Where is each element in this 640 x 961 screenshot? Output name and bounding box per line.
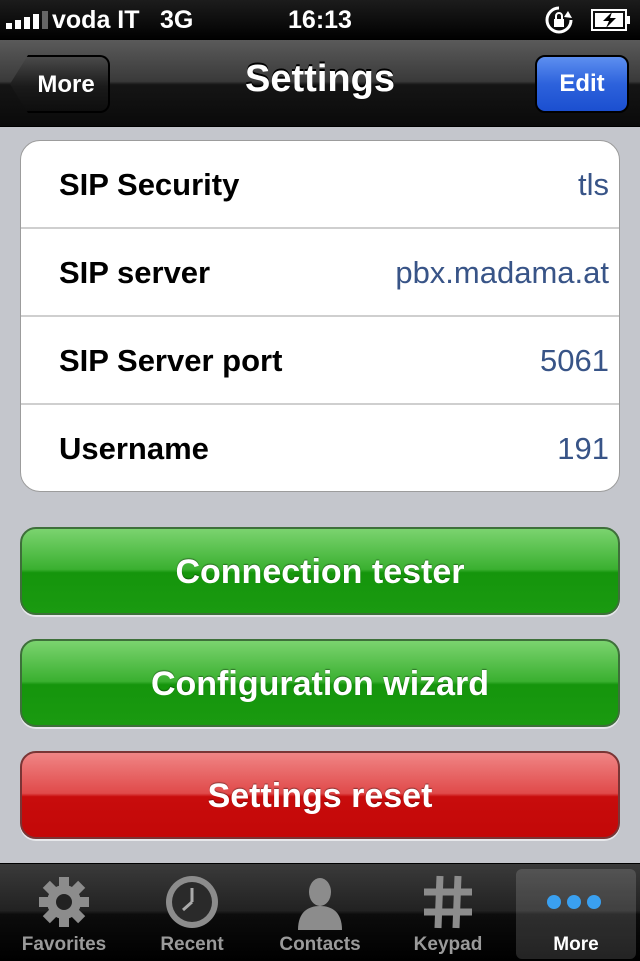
tab-label: More — [553, 934, 599, 955]
setting-label: SIP Server port — [59, 343, 283, 378]
configuration-wizard-button[interactable]: Configuration wizard — [20, 639, 620, 727]
person-icon — [298, 878, 342, 930]
setting-label: SIP Security — [59, 167, 240, 202]
hash-icon — [424, 875, 472, 929]
status-bar: voda IT 3G 16:13 — [0, 0, 640, 40]
setting-value: 191 — [557, 431, 609, 466]
rotation-lock-icon — [545, 6, 573, 34]
setting-label: SIP server — [59, 255, 211, 290]
navigation-bar: More Settings Edit — [0, 40, 640, 127]
setting-value: tls — [578, 167, 609, 202]
more-dots-icon — [547, 895, 601, 909]
tab-recent[interactable]: Recent — [128, 864, 256, 961]
clock-icon — [166, 876, 218, 928]
settings-reset-button[interactable]: Settings reset — [20, 751, 620, 839]
setting-value: 5061 — [540, 343, 609, 378]
tab-more[interactable]: More — [516, 869, 636, 959]
tab-label: Recent — [160, 934, 224, 955]
tab-label: Contacts — [279, 934, 361, 955]
setting-row-sip-server[interactable]: SIP server pbx.madama.at — [21, 229, 619, 317]
connection-tester-button[interactable]: Connection tester — [20, 527, 620, 615]
tab-label: Keypad — [413, 934, 483, 955]
gear-icon — [39, 877, 89, 927]
battery-charging-icon — [591, 9, 630, 31]
settings-group: SIP Security tls SIP server pbx.madama.a… — [20, 140, 620, 492]
setting-label: Username — [59, 431, 209, 466]
tab-bar: Favorites Recent Contacts Keypad More — [0, 863, 640, 961]
setting-value: pbx.madama.at — [395, 255, 609, 290]
setting-row-sip-security[interactable]: SIP Security tls — [21, 141, 619, 229]
edit-button[interactable]: Edit — [535, 55, 629, 113]
tab-favorites[interactable]: Favorites — [0, 864, 128, 961]
tab-contacts[interactable]: Contacts — [256, 864, 384, 961]
tab-label: Favorites — [21, 934, 107, 955]
settings-content: SIP Security tls SIP server pbx.madama.a… — [0, 127, 640, 863]
setting-row-username[interactable]: Username 191 — [21, 405, 619, 491]
setting-row-sip-server-port[interactable]: SIP Server port 5061 — [21, 317, 619, 405]
tab-keypad[interactable]: Keypad — [384, 864, 512, 961]
